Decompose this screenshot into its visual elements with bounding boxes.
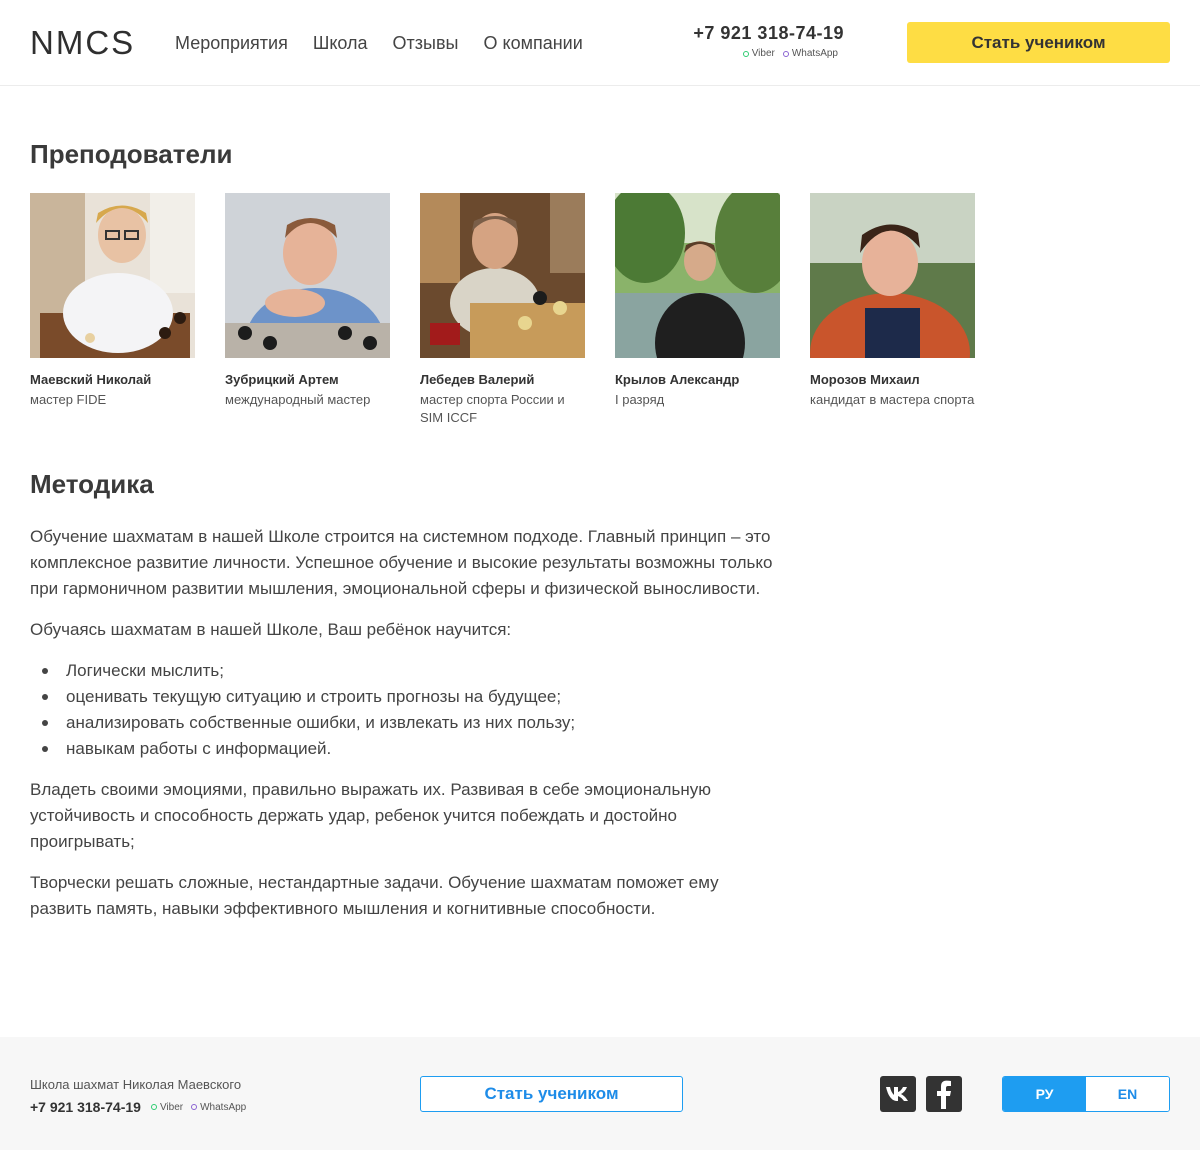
header-messengers: Viber WhatsApp [674, 48, 844, 60]
skills-list: Логически мыслить; оценивать текущую сит… [30, 658, 780, 762]
whatsapp-label: WhatsApp [200, 1101, 247, 1113]
nav-item-about[interactable]: О компании [483, 31, 582, 55]
viber-dot-icon [150, 1104, 157, 1110]
teacher-name: Зубрицкий Артем [225, 372, 339, 387]
viber-label: Viber [751, 48, 775, 59]
language-switcher: РУ EN [1002, 1076, 1170, 1112]
teacher-title: мастер FIDE [30, 392, 107, 407]
list-item: оценивать текущую ситуацию и строить про… [30, 684, 780, 710]
method-heading: Методика [30, 469, 154, 499]
teacher-photo [420, 193, 585, 358]
viber-link[interactable]: Viber [742, 48, 775, 60]
teacher-card[interactable]: Маевский Николай мастер FIDE [30, 193, 195, 427]
site-footer: Школа шахмат Николая Маевского +7 921 31… [0, 1037, 1200, 1150]
teachers-heading: Преподователи [30, 139, 233, 169]
lang-ru-button[interactable]: РУ [1003, 1077, 1086, 1111]
teacher-title: I разряд [615, 392, 665, 407]
method-paragraph: Обучаясь шахматам в нашей Школе, Ваш реб… [30, 620, 512, 639]
nav-item-school[interactable]: Школа [313, 31, 368, 55]
nav-item-reviews[interactable]: Отзывы [393, 31, 459, 55]
whatsapp-link[interactable]: WhatsApp [191, 1102, 246, 1113]
method-paragraph: Владеть своими эмоциями, правильно выраж… [30, 780, 711, 851]
logo[interactable]: NMCS [30, 25, 135, 61]
viber-dot-icon [742, 51, 749, 57]
teacher-card[interactable]: Морозов Михаил кандидат в мастера спорта [810, 193, 975, 427]
teacher-photo [30, 193, 195, 358]
teacher-title: международный мастер [225, 392, 371, 407]
become-student-button[interactable]: Стать учеником [907, 22, 1170, 63]
teacher-photo [810, 193, 975, 358]
method-section: Обучение шахматам в нашей Школе строится… [30, 524, 780, 937]
whatsapp-dot-icon [191, 1104, 198, 1110]
teacher-name: Крылов Александр [615, 372, 740, 387]
main-nav: Мероприятия Школа Отзывы О компании [175, 31, 583, 55]
vk-icon[interactable] [880, 1076, 916, 1112]
method-paragraph: Творчески решать сложные, нестандартные … [30, 873, 719, 918]
list-item: навыкам работы с информацией. [30, 736, 780, 762]
footer-contacts: +7 921 318-74-19 Viber WhatsApp [30, 1099, 246, 1115]
header-phone[interactable]: +7 921 318-74-19 [674, 22, 844, 44]
list-item: анализировать собственные ошибки, и извл… [30, 710, 780, 736]
list-item: Логически мыслить; [30, 658, 780, 684]
teacher-card[interactable]: Крылов Александр I разряд [615, 193, 780, 427]
viber-label: Viber [159, 1101, 184, 1113]
site-header: NMCS Мероприятия Школа Отзывы О компании… [0, 0, 1200, 86]
teachers-list: Маевский Николай мастер FIDE Зубрицкий А… [30, 193, 975, 427]
teacher-title: мастер спорта России и SIM ICCF [420, 392, 565, 425]
header-contacts: +7 921 318-74-19 Viber WhatsApp [674, 22, 844, 60]
viber-link[interactable]: Viber [150, 1101, 184, 1113]
teacher-name: Морозов Михаил [810, 372, 920, 387]
whatsapp-label: WhatsApp [791, 48, 838, 59]
teacher-photo [225, 193, 390, 358]
teacher-card[interactable]: Лебедев Валерий мастер спорта России и S… [420, 193, 585, 427]
method-paragraph: Обучение шахматам в нашей Школе строится… [30, 527, 773, 598]
facebook-icon[interactable] [926, 1076, 962, 1112]
footer-messengers: Viber WhatsApp [150, 1101, 246, 1113]
teacher-title: кандидат в мастера спорта [810, 392, 975, 407]
footer-school-name: Школа шахмат Николая Маевского [30, 1077, 242, 1092]
teacher-name: Маевский Николай [30, 372, 152, 387]
whatsapp-link[interactable]: WhatsApp [782, 48, 838, 60]
footer-become-student-button[interactable]: Стать учеником [420, 1076, 683, 1112]
teacher-card[interactable]: Зубрицкий Артем международный мастер [225, 193, 390, 427]
footer-phone[interactable]: +7 921 318-74-19 [30, 1099, 141, 1115]
teacher-name: Лебедев Валерий [420, 372, 535, 387]
teacher-photo [615, 193, 780, 358]
whatsapp-dot-icon [782, 51, 789, 57]
nav-item-events[interactable]: Мероприятия [175, 31, 288, 55]
lang-en-button[interactable]: EN [1086, 1077, 1169, 1111]
